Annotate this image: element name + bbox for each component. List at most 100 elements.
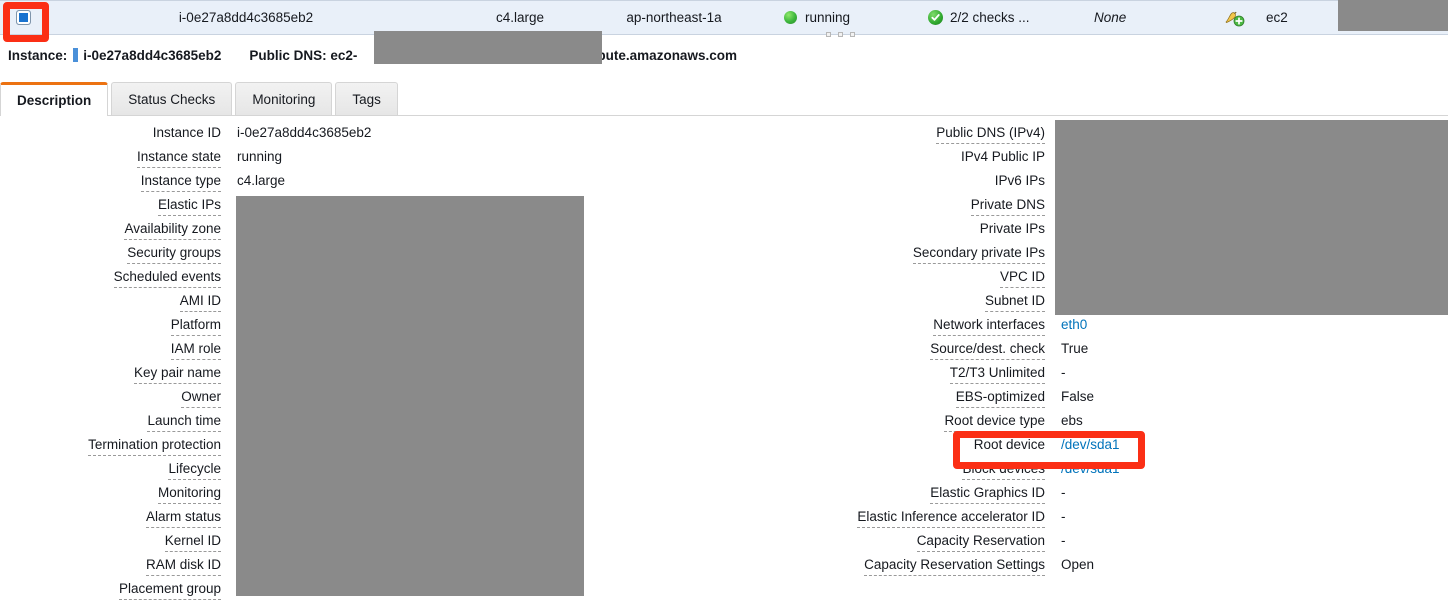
detail-row: Elastic Inference accelerator ID - [726, 508, 1448, 532]
detail-label: AMI ID [0, 292, 221, 312]
instance-color-swatch [73, 48, 79, 62]
detail-label-text: Instance state [136, 148, 221, 168]
detail-label: Key pair name [0, 364, 221, 384]
detail-value: running [237, 149, 283, 164]
detail-label-text: AMI ID [179, 292, 221, 312]
detail-label: Root device [726, 436, 1045, 453]
detail-label-text: Root device type [944, 412, 1045, 432]
redaction-key-name [1338, 0, 1448, 31]
detail-label-text: Owner [181, 388, 221, 408]
detail-label: IPv6 IPs [726, 172, 1045, 189]
detail-label-text: Root device [973, 437, 1045, 452]
detail-label-text: Alarm status [145, 508, 221, 528]
detail-value: True [1061, 341, 1089, 356]
detail-value: Open [1061, 557, 1095, 572]
detail-row: Source/dest. check True [726, 340, 1448, 364]
detail-value: - [1061, 485, 1066, 500]
ec2-instance-description-page: i-0e27a8dd4c3685eb2 c4.large ap-northeas… [0, 0, 1448, 615]
summary-instance-label: Instance: [8, 47, 68, 63]
detail-label-text: Availability zone [124, 220, 221, 240]
detail-row: Instance ID i-0e27a8dd4c3685eb2 [0, 124, 700, 148]
detail-label-text: Block devices [962, 460, 1045, 480]
bell-add-icon[interactable] [1222, 9, 1246, 27]
detail-row: Block devices/dev/sda1 [726, 460, 1448, 484]
grid-cell-status-checks: 2/2 checks ... [914, 1, 1094, 34]
detail-label: Elastic Graphics ID [726, 484, 1045, 504]
detail-label-text: Public DNS (IPv4) [936, 124, 1045, 144]
detail-label: Public DNS (IPv4) [726, 124, 1045, 144]
detail-value: - [1061, 533, 1066, 548]
instance-summary-bar: Instance: i-0e27a8dd4c3685eb2 Public DNS… [0, 36, 1448, 74]
tab-status-checks[interactable]: Status Checks [111, 82, 233, 115]
instance-grid-row[interactable]: i-0e27a8dd4c3685eb2 c4.large ap-northeas… [0, 0, 1448, 35]
detail-label-text: Instance type [140, 172, 221, 192]
detail-label-text: Secondary private IPs [912, 244, 1045, 264]
detail-label-text: Launch time [147, 412, 221, 432]
detail-label-text: Instance ID [152, 125, 221, 140]
grid-cell-alarm-status: None [1094, 10, 1127, 25]
root-device-row: Root device/dev/sda1 [726, 436, 1448, 460]
detail-label: Capacity Reservation [726, 532, 1045, 552]
detail-label: Capacity Reservation Settings [726, 556, 1045, 576]
detail-label-text: Platform [170, 316, 221, 336]
detail-row: Capacity Reservation Settings Open [726, 556, 1448, 580]
detail-value[interactable]: /dev/sda1 [1045, 436, 1120, 453]
green-check-icon [928, 10, 943, 25]
tab-monitoring-label: Monitoring [252, 91, 316, 107]
detail-value[interactable]: eth0 [1045, 316, 1087, 333]
detail-label: RAM disk ID [0, 556, 221, 576]
detail-label: Placement group [0, 580, 221, 600]
detail-label-text: EBS-optimized [955, 388, 1045, 408]
detail-label: Elastic IPs [0, 196, 221, 216]
detail-row: Instance type c4.large [0, 172, 700, 196]
green-circle-icon [784, 11, 797, 24]
detail-label-text: RAM disk ID [145, 556, 221, 576]
detail-label-text: Private DNS [970, 196, 1045, 216]
detail-label-text: Source/dest. check [930, 340, 1045, 360]
grid-cell-create-alarm[interactable] [1204, 1, 1266, 34]
redaction-right-values [1055, 120, 1448, 315]
row-select-checkbox[interactable] [15, 10, 31, 25]
detail-label: Network interfaces [726, 316, 1045, 336]
detail-label: Secondary private IPs [726, 244, 1045, 264]
tab-description-label: Description [17, 92, 92, 108]
detail-value: c4.large [237, 173, 286, 188]
detail-label: Private DNS [726, 196, 1045, 216]
detail-label-text: Termination protection [88, 436, 221, 456]
detail-value: ebs [1061, 413, 1083, 428]
detail-value[interactable]: /dev/sda1 [1045, 460, 1120, 477]
detail-label: Instance ID [0, 124, 221, 141]
column-resize-dots[interactable] [826, 32, 855, 37]
summary-public-dns-suffix: mpute.amazonaws.com [585, 47, 737, 63]
tab-description[interactable]: Description [0, 82, 109, 116]
detail-label: Instance type [0, 172, 221, 192]
detail-label: Owner [0, 388, 221, 408]
detail-value: - [1061, 365, 1066, 380]
detail-label-text: Subnet ID [984, 292, 1045, 312]
detail-label-text: Capacity Reservation Settings [864, 556, 1045, 576]
detail-label: Platform [0, 316, 221, 336]
detail-label: Lifecycle [0, 460, 221, 480]
detail-label-text: Security groups [127, 244, 221, 264]
detail-row: EBS-optimized False [726, 388, 1448, 412]
row-select-checkbox-cell[interactable] [0, 1, 46, 34]
detail-label-text: Elastic Graphics ID [930, 484, 1045, 504]
tab-tags[interactable]: Tags [335, 82, 398, 115]
detail-label-text: IAM role [170, 340, 221, 360]
detail-label: Kernel ID [0, 532, 221, 552]
grid-cell-availability-zone: ap-northeast-1a [626, 10, 722, 25]
detail-label-text: Elastic IPs [157, 196, 221, 216]
detail-row: Root device type ebs [726, 412, 1448, 436]
detail-row: Network interfaces eth0 [726, 316, 1448, 340]
detail-label: Root device type [726, 412, 1045, 432]
tab-monitoring[interactable]: Monitoring [235, 82, 333, 115]
tab-status-checks-label: Status Checks [128, 91, 216, 107]
detail-label: Private IPs [726, 220, 1045, 237]
detail-label: Termination protection [0, 436, 221, 456]
detail-label-text: Key pair name [133, 364, 221, 384]
detail-label-text: T2/T3 Unlimited [949, 364, 1045, 384]
detail-label: Security groups [0, 244, 221, 264]
detail-value: False [1061, 389, 1095, 404]
detail-label-text: Lifecycle [168, 460, 221, 480]
detail-label-text: Capacity Reservation [916, 532, 1045, 552]
